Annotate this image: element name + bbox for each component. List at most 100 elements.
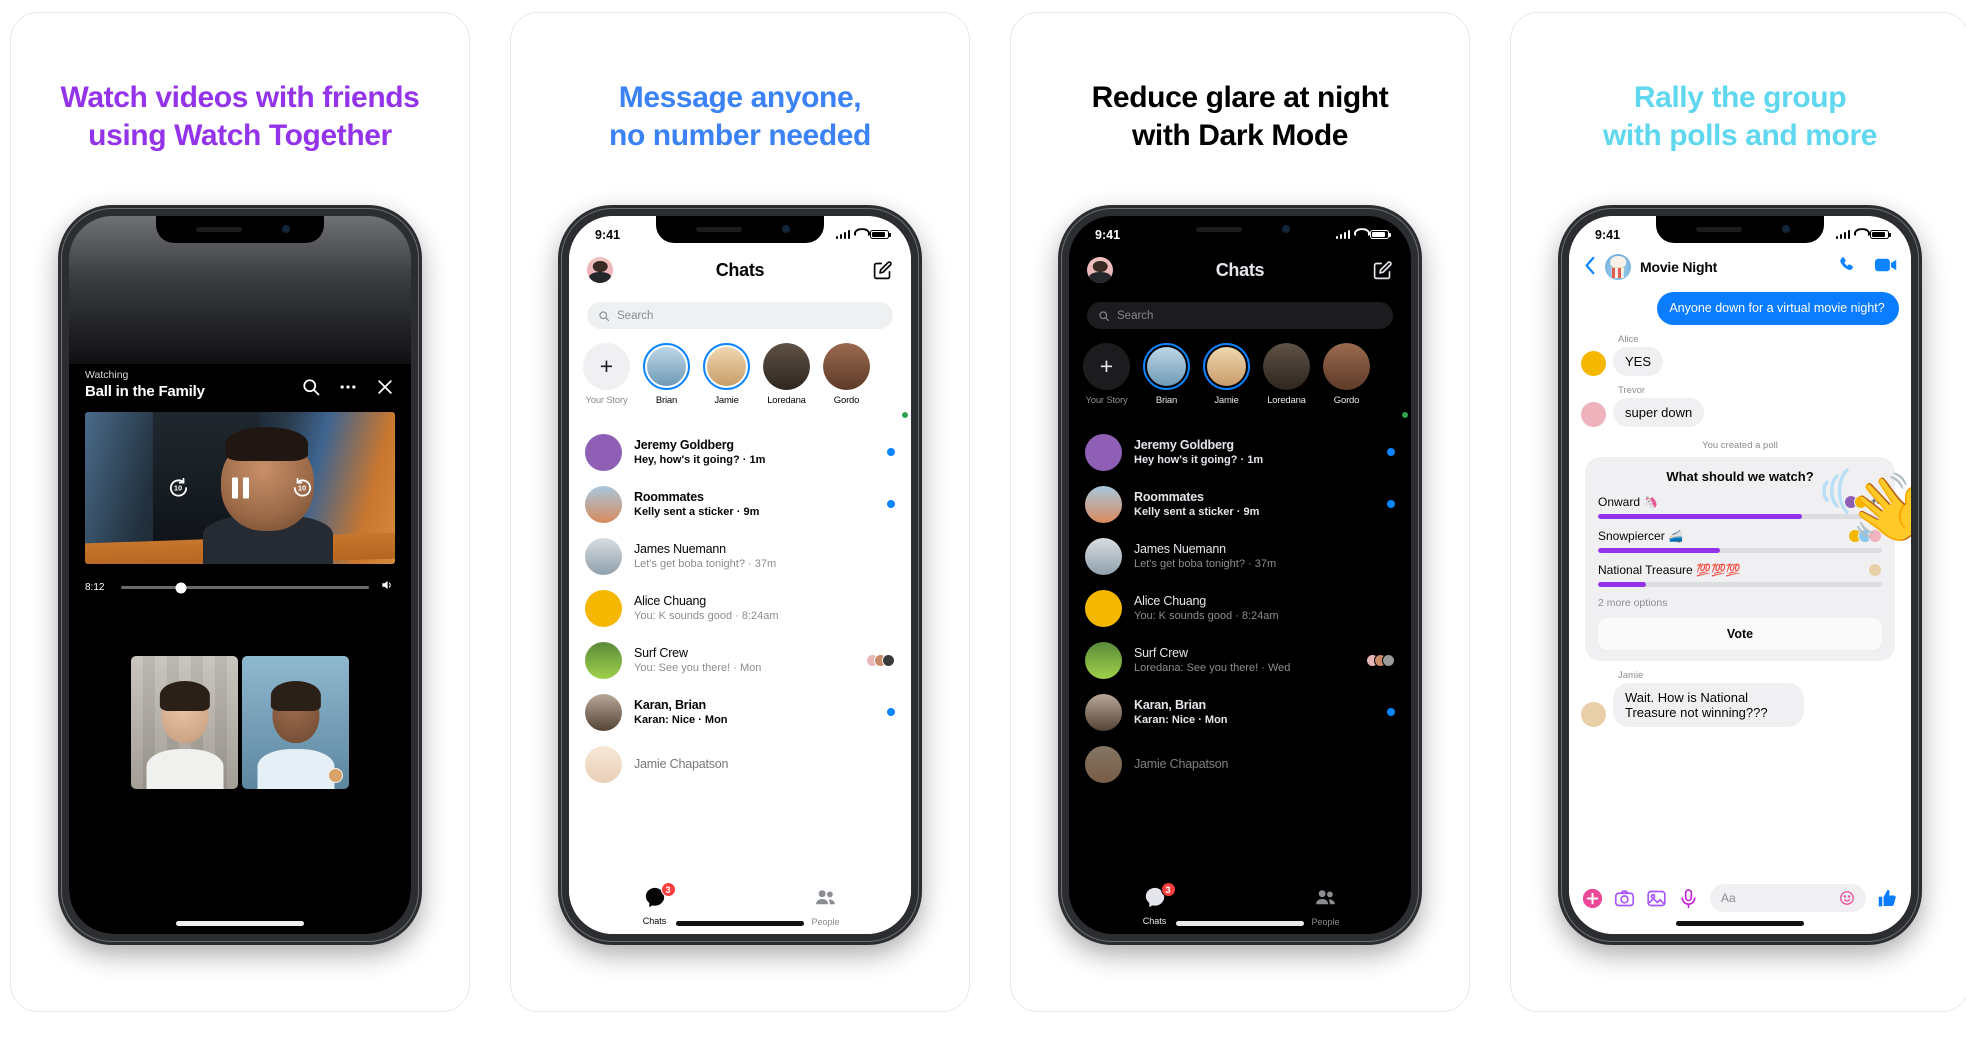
tab-chats[interactable]: 3 Chats [1069,882,1240,926]
table-row[interactable]: Alice Chuang You: K sounds good · 8:24am [1069,582,1411,634]
table-row[interactable]: Surf Crew You: See you there! · Mon [569,634,911,686]
plus-icon[interactable] [1582,888,1603,909]
headline-line-2: with Dark Mode [1131,119,1349,153]
table-row[interactable]: Roommates Kelly sent a sticker · 9m [569,478,911,530]
chat-time: Wed [1267,661,1291,674]
story-jamie[interactable]: Jamie [703,343,910,421]
close-icon[interactable] [375,377,395,397]
story-gordo[interactable]: Gordo [1323,343,1370,421]
story-gordo[interactable]: Gordo [823,343,870,421]
seen-by-avatars [866,653,895,667]
thread-title: Movie Night [1640,259,1718,275]
story-your-story[interactable]: + Your Story [583,343,630,421]
gallery-icon[interactable] [1646,888,1667,909]
avatar [1581,350,1606,376]
table-row[interactable]: James Nuemann Let's get boba tonight? · … [569,530,911,582]
participant-tile[interactable] [242,656,349,789]
compose-icon[interactable] [1372,260,1393,281]
table-row[interactable]: Jeremy Goldberg Hey, how's it going? · 1… [569,426,911,478]
seen-by-avatars [1366,653,1395,667]
poll-option[interactable]: National Treasure 💯💯💯 [1598,562,1882,587]
message-bubble-outgoing[interactable]: Anyone down for a virtual movie night? [1657,292,1899,325]
status-badge: 3 [660,882,676,897]
chat-list[interactable]: Jeremy Goldberg Hey how's it going? · 1m… [1069,426,1411,934]
table-row[interactable]: Karan, Brian Karan: Nice · Mon [1069,686,1411,738]
home-indicator [1676,921,1804,926]
chat-time: 37m [1254,557,1277,570]
tile-hair [270,681,321,711]
table-row[interactable]: Alice Chuang You: K sounds good · 8:24am [569,582,911,634]
chat-preview: Karan: Nice [634,713,696,726]
list-item: Wait. How is National Treasure not winni… [1581,682,1899,727]
avatar [1085,485,1122,523]
more-options-icon[interactable] [338,377,358,397]
add-story-icon: + [1083,343,1130,390]
search-input[interactable]: Search [1087,302,1393,329]
story-jamie[interactable]: Jamie [1203,343,1410,421]
vote-button[interactable]: Vote [1598,617,1882,650]
message-bubble-incoming[interactable]: YES [1613,346,1664,376]
chat-preview: You: K sounds good [1134,609,1233,622]
thumbs-up-icon[interactable] [1877,888,1898,909]
headline-polls: Rally the group with polls and more [1511,13,1966,156]
tab-chats[interactable]: 3 Chats [569,882,740,926]
story-loredana[interactable]: Loredana [763,343,810,421]
progress-track[interactable] [121,582,369,593]
stories-row[interactable]: + Your Story Brian Jamie Loredana Gordo [569,343,911,421]
chat-name: Jeremy Goldberg [1134,438,1234,453]
speaker-grille [696,227,742,232]
message-bubble-incoming[interactable]: super down [1613,397,1705,427]
phone-call-icon[interactable] [1837,255,1856,279]
headline-line-1: Reduce glare at night [1091,81,1389,114]
participant-tile[interactable] [131,656,238,789]
microphone-icon[interactable] [1678,888,1699,909]
compose-icon[interactable] [872,260,893,281]
pause-button[interactable] [231,477,249,499]
table-row[interactable]: Roommates Kelly sent a sticker · 9m [1069,478,1411,530]
table-row[interactable]: Surf Crew Loredana: See you there! · Wed [1069,634,1411,686]
chat-name: James Nuemann [634,542,726,557]
story-your-story[interactable]: + Your Story [1083,343,1130,421]
avatar[interactable] [1605,254,1631,280]
story-label: Your Story [585,395,628,406]
message-list[interactable]: Anyone down for a virtual movie night? A… [1569,292,1911,874]
profile-avatar[interactable] [587,257,613,283]
message-input[interactable]: Aa [1710,884,1866,912]
status-time: 9:41 [1595,227,1621,242]
tile-body [256,749,335,789]
profile-avatar[interactable] [1087,257,1113,283]
table-row[interactable]: Jeremy Goldberg Hey how's it going? · 1m [1069,426,1411,478]
chat-preview: Hey, how's it going? [634,453,740,466]
watch-together-screen: Watching Ball in the Family 10 10 8:12 [69,216,411,934]
search-icon[interactable] [301,377,321,397]
stories-row[interactable]: + Your Story Brian Jamie Loredana Gordo [1069,343,1411,421]
unread-indicator [1387,708,1395,716]
story-brian[interactable]: Brian [643,343,690,421]
progress-knob[interactable] [175,582,187,593]
story-brian[interactable]: Brian [1143,343,1190,421]
video-scrubber[interactable]: 8:12 [85,578,395,597]
table-row[interactable]: Jamie Chapatson [1069,738,1411,790]
message-bubble-incoming[interactable]: Wait. How is National Treasure not winni… [1613,682,1804,727]
emoji-icon [1840,891,1854,905]
rewind-10-icon[interactable]: 10 [167,477,190,500]
back-chevron-icon[interactable] [1583,256,1596,279]
home-indicator [676,921,804,926]
camera-icon[interactable] [1614,888,1635,909]
table-row[interactable]: James Nuemann Let's get boba tonight? · … [1069,530,1411,582]
avatar [1085,641,1122,679]
table-row[interactable]: Jamie Chapatson [569,738,911,790]
video-call-tiles [131,656,349,789]
poll-option[interactable]: Snowpiercer 🚄 [1598,528,1882,553]
message-composer[interactable]: Aa [1569,876,1911,920]
video-frame[interactable]: 10 10 [85,412,395,564]
cellular-signal-icon [835,230,850,240]
volume-icon[interactable] [379,578,395,597]
chat-list[interactable]: Jeremy Goldberg Hey, how's it going? · 1… [569,426,911,934]
table-row[interactable]: Karan, Brian Karan: Nice · Mon [569,686,911,738]
search-input[interactable]: Search [587,302,893,329]
forward-10-icon[interactable]: 10 [291,477,314,500]
poll-more-options[interactable]: 2 more options [1598,597,1882,609]
story-loredana[interactable]: Loredana [1263,343,1310,421]
video-call-icon[interactable] [1875,257,1897,278]
